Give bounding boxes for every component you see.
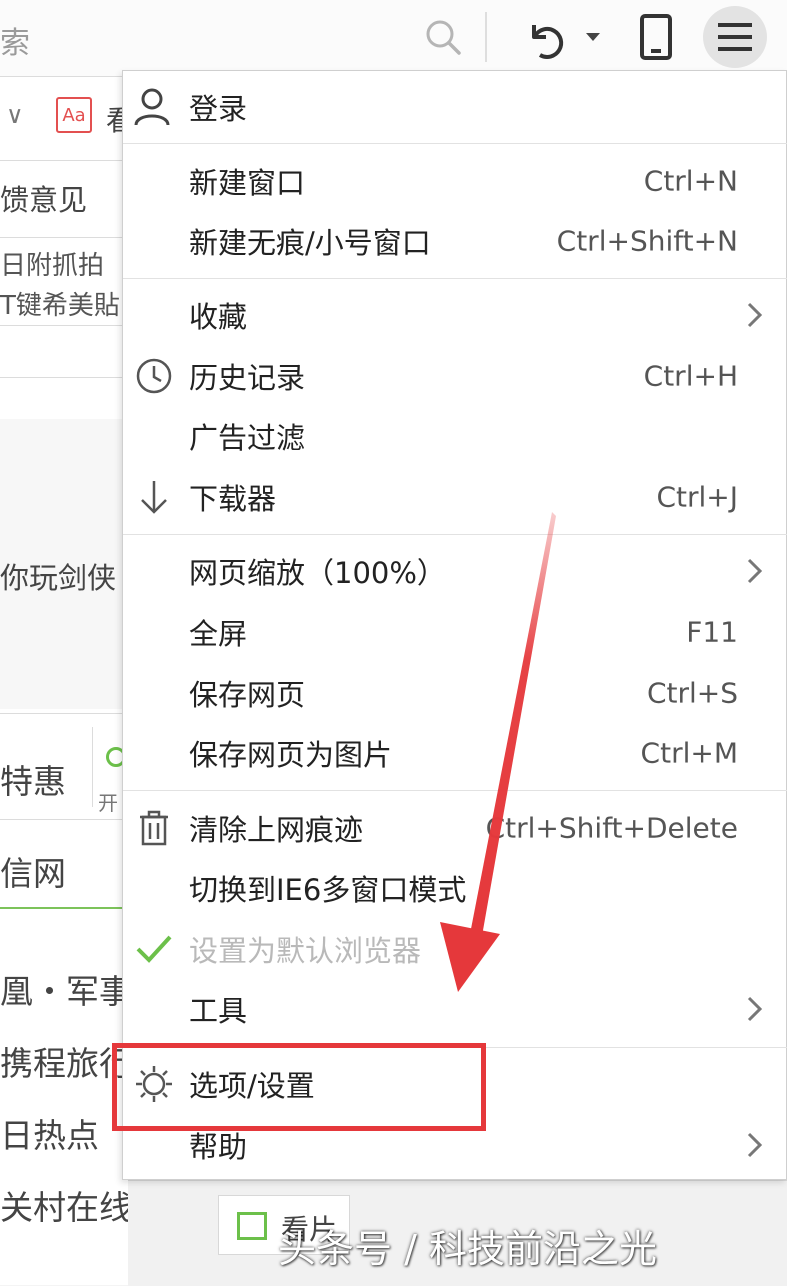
- tab-underline: [0, 907, 128, 909]
- divider: [92, 727, 93, 807]
- menu-item-label: 登录: [189, 92, 248, 126]
- film-icon: [237, 1212, 267, 1240]
- chevron-right-icon: [744, 556, 770, 586]
- main-menu-dropdown: 登录 新建窗口 Ctrl+N 新建无痕/小号窗口 Ctrl+Shift+N 收藏…: [122, 70, 787, 1180]
- site-link[interactable]: 凰・军事: [0, 965, 128, 1013]
- menu-item-shortcut: Ctrl+M: [640, 736, 738, 770]
- menu-item-label: 清除上网痕迹: [189, 813, 364, 847]
- menu-item-shortcut: Ctrl+S: [646, 676, 738, 710]
- menu-item-shortcut: Ctrl+Shift+N: [556, 224, 738, 258]
- chevron-right-icon: [744, 1130, 770, 1160]
- divider: [0, 713, 128, 714]
- clock-icon: [133, 355, 175, 397]
- menu-item-favorites[interactable]: 收藏: [123, 285, 787, 345]
- open-label: 开: [98, 791, 118, 815]
- news-snippet[interactable]: T键希美貼: [0, 285, 120, 322]
- hamburger-menu-icon[interactable]: [703, 6, 767, 68]
- chevron-down-icon[interactable]: [580, 24, 606, 50]
- toolbar-divider: [485, 12, 487, 62]
- checkmark-icon: [133, 928, 175, 970]
- menu-separator: [123, 534, 787, 535]
- chevron-down-icon[interactable]: ∨: [6, 101, 24, 129]
- menu-item-ad-filter[interactable]: 广告过滤: [123, 406, 787, 466]
- font-aa-icon[interactable]: Aa: [56, 97, 92, 133]
- menu-item-label: 广告过滤: [189, 421, 306, 455]
- menu-item-label: 帮助: [189, 1130, 248, 1164]
- search-input-fragment[interactable]: 索: [0, 18, 30, 62]
- menu-item-fullscreen[interactable]: 全屏 F11: [123, 602, 787, 662]
- undo-icon[interactable]: [518, 14, 570, 64]
- menu-item-new-window[interactable]: 新建窗口 Ctrl+N: [123, 151, 787, 211]
- site-link[interactable]: 关村在线: [0, 1181, 128, 1229]
- menu-item-save-page[interactable]: 保存网页 Ctrl+S: [123, 663, 787, 723]
- menu-item-label: 保存网页为图片: [189, 738, 393, 772]
- divider: [0, 325, 128, 326]
- menu-item-label: 新建无痕/小号窗口: [189, 226, 431, 260]
- download-icon: [133, 476, 175, 518]
- menu-item-label: 保存网页: [189, 678, 306, 712]
- user-icon: [131, 86, 173, 128]
- trash-icon: [133, 807, 175, 849]
- menu-item-history[interactable]: 历史记录 Ctrl+H: [123, 346, 787, 406]
- divider: [0, 160, 128, 161]
- watermark-text: 头条号 / 科技前沿之光: [278, 1227, 657, 1271]
- menu-item-label: 网页缩放（100%）: [189, 556, 446, 590]
- divider: [0, 819, 128, 820]
- background-webpage: ∨ Aa 看 馈意见 日附抓拍 T键希美貼 你玩剑侠 特惠 开 信网 凰・军事 …: [0, 77, 128, 1285]
- menu-separator: [123, 278, 787, 279]
- menu-item-login[interactable]: 登录: [123, 77, 787, 137]
- menu-item-save-page-as-image[interactable]: 保存网页为图片 Ctrl+M: [123, 723, 787, 783]
- divider: [0, 377, 128, 378]
- menu-item-label: 设置为默认浏览器: [189, 934, 422, 968]
- menu-item-shortcut: Ctrl+J: [656, 480, 738, 514]
- gear-icon: [133, 1063, 175, 1105]
- menu-item-set-default-browser: 设置为默认浏览器: [123, 919, 787, 979]
- menu-separator: [123, 1047, 787, 1048]
- site-link[interactable]: 携程旅行: [0, 1037, 128, 1085]
- chevron-right-icon: [744, 994, 770, 1024]
- menu-separator: [123, 143, 787, 144]
- menu-item-options-settings[interactable]: 选项/设置: [123, 1054, 787, 1114]
- menu-item-label: 全屏: [189, 617, 248, 651]
- menu-item-switch-ie6-mode[interactable]: 切换到IE6多窗口模式: [123, 858, 787, 918]
- menu-item-downloader[interactable]: 下载器 Ctrl+J: [123, 467, 787, 527]
- menu-item-label: 新建窗口: [189, 166, 306, 200]
- menu-item-shortcut: Ctrl+Shift+Delete: [485, 811, 738, 845]
- menu-item-tools[interactable]: 工具: [123, 979, 787, 1039]
- menu-item-label: 切换到IE6多窗口模式: [189, 873, 467, 907]
- menu-item-shortcut: Ctrl+H: [643, 359, 738, 393]
- menu-item-shortcut: F11: [686, 615, 738, 649]
- search-icon[interactable]: [418, 14, 468, 60]
- browser-toolbar: 索: [0, 0, 787, 77]
- site-link[interactable]: 日热点: [0, 1109, 99, 1157]
- divider: [0, 237, 128, 238]
- feedback-link[interactable]: 馈意见: [0, 177, 87, 219]
- menu-item-label: 工具: [189, 994, 248, 1028]
- ad-text[interactable]: 你玩剑侠: [0, 555, 116, 597]
- menu-separator: [123, 790, 787, 791]
- menu-item-label: 历史记录: [189, 361, 306, 395]
- menu-item-clear-browsing-data[interactable]: 清除上网痕迹 Ctrl+Shift+Delete: [123, 798, 787, 858]
- special-offer-tab[interactable]: 特惠: [0, 755, 66, 803]
- menu-item-page-zoom[interactable]: 网页缩放（100%）: [123, 541, 787, 601]
- menu-item-label: 选项/设置: [189, 1069, 315, 1103]
- menu-item-shortcut: Ctrl+N: [643, 164, 738, 198]
- news-snippet[interactable]: 日附抓拍: [0, 245, 104, 282]
- menu-item-label: 收藏: [189, 300, 248, 334]
- chevron-right-icon: [744, 300, 770, 330]
- site-link[interactable]: 信网: [0, 847, 66, 895]
- menu-item-new-incognito-window[interactable]: 新建无痕/小号窗口 Ctrl+Shift+N: [123, 211, 787, 271]
- menu-item-label: 下载器: [189, 482, 277, 516]
- menu-item-help[interactable]: 帮助: [123, 1115, 787, 1175]
- phone-icon[interactable]: [632, 10, 680, 64]
